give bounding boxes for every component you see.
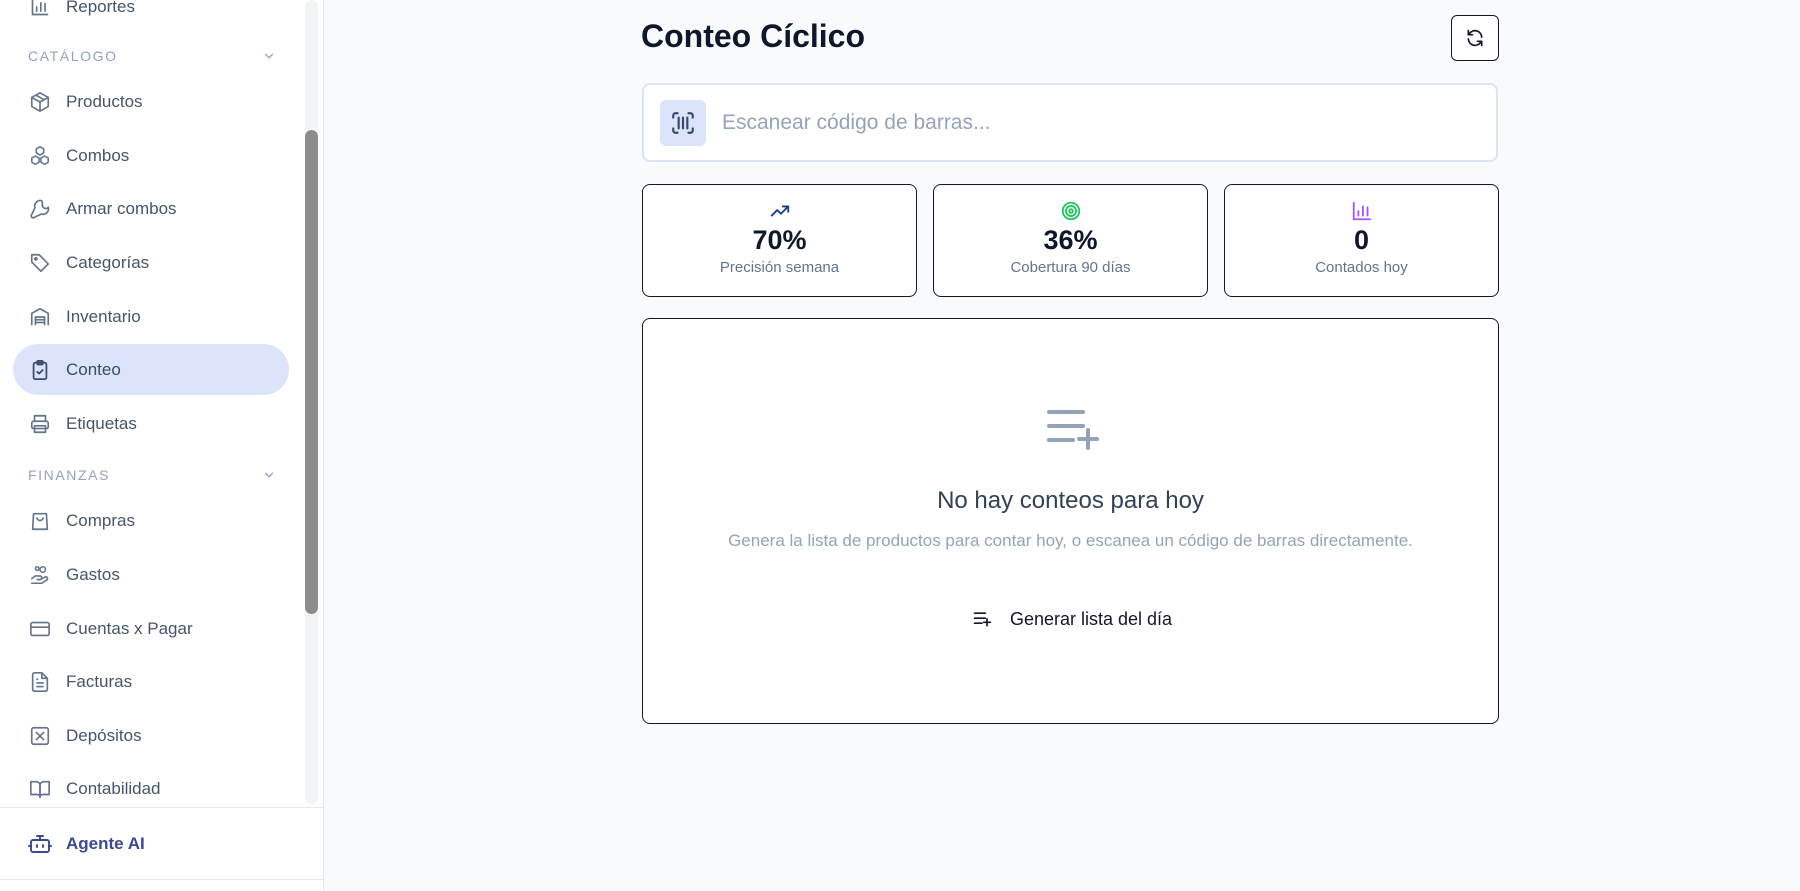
list-plus-icon <box>1045 406 1099 459</box>
file-text-icon <box>29 671 51 693</box>
section-title: FINANZAS <box>28 467 111 483</box>
section-title: CATÁLOGO <box>28 48 118 64</box>
bar-chart-icon <box>29 0 51 18</box>
tag-icon <box>29 252 51 274</box>
sidebar-nav: Reportes CATÁLOGO Productos Combos Armar <box>0 0 305 807</box>
section-header-catalogo[interactable]: CATÁLOGO <box>28 46 276 66</box>
sidebar-item-depositos[interactable]: Depósitos <box>13 710 289 761</box>
sidebar-item-label: Categorías <box>66 252 150 272</box>
credit-card-icon <box>29 618 51 640</box>
sidebar-item-label: Inventario <box>66 306 141 326</box>
sidebar-item-reportes[interactable]: Reportes <box>13 0 289 32</box>
stat-value: 70% <box>752 225 807 255</box>
empty-state-title: No hay conteos para hoy <box>937 487 1204 514</box>
stat-card-cobertura: 36% Cobertura 90 días <box>933 184 1208 297</box>
sidebar-item-label: Reportes <box>66 0 135 16</box>
empty-state-description: Genera la lista de productos para contar… <box>728 531 1413 550</box>
sidebar-item-label: Contabilidad <box>66 778 161 798</box>
sidebar-item-combos[interactable]: Combos <box>13 130 289 181</box>
generate-list-button[interactable]: Generar lista del día <box>963 599 1181 639</box>
refresh-button[interactable] <box>1451 15 1499 61</box>
sidebar-item-compras[interactable]: Compras <box>13 495 289 546</box>
clipboard-check-icon <box>29 359 51 381</box>
sidebar-item-cuentas-x-pagar[interactable]: Cuentas x Pagar <box>13 603 289 654</box>
sidebar-item-armar-combos[interactable]: Armar combos <box>13 183 289 234</box>
stat-label: Cobertura 90 días <box>1010 259 1131 276</box>
sidebar-item-categorias[interactable]: Categorías <box>13 237 289 288</box>
sidebar-item-label: Depósitos <box>66 725 142 745</box>
refresh-icon <box>1465 28 1485 48</box>
sidebar-item-label: Compras <box>66 510 135 530</box>
sidebar-item-facturas[interactable]: Facturas <box>13 656 289 707</box>
sidebar-item-contabilidad[interactable]: Contabilidad <box>13 763 289 807</box>
sidebar-item-productos[interactable]: Productos <box>13 76 289 127</box>
sidebar-item-label: Armar combos <box>66 198 177 218</box>
chevron-down-icon <box>262 49 276 63</box>
sidebar-item-etiquetas[interactable]: Etiquetas <box>13 398 289 449</box>
shopping-bag-icon <box>29 510 51 532</box>
target-icon <box>1060 200 1082 222</box>
stat-value: 36% <box>1043 225 1098 255</box>
sidebar-item-label: Gastos <box>66 564 120 584</box>
sidebar-item-label: Combos <box>66 145 130 165</box>
boxes-icon <box>29 145 51 167</box>
warehouse-icon <box>29 306 51 328</box>
trending-up-icon <box>769 200 791 222</box>
sidebar-item-gastos[interactable]: Gastos <box>13 549 289 600</box>
scan-barcode-icon[interactable] <box>660 99 706 146</box>
wrench-icon <box>29 198 51 220</box>
sidebar-item-inventario[interactable]: Inventario <box>13 291 289 342</box>
sidebar-item-label: Etiquetas <box>66 413 137 433</box>
bot-icon <box>28 832 52 856</box>
section-header-finanzas[interactable]: FINANZAS <box>28 465 276 485</box>
hand-coins-icon <box>29 564 51 586</box>
stat-value: 0 <box>1353 225 1370 255</box>
list-plus-icon <box>972 609 992 629</box>
square-x-icon <box>29 725 51 747</box>
sidebar-item-label: Facturas <box>66 671 133 691</box>
stat-label: Contados hoy <box>1315 259 1408 276</box>
agente-ai-label: Agente AI <box>66 833 145 853</box>
sidebar: Reportes CATÁLOGO Productos Combos Armar <box>0 0 324 891</box>
empty-state-card: No hay conteos para hoy Genera la lista … <box>642 318 1499 724</box>
chevron-down-icon <box>262 468 276 482</box>
sidebar-scrollbar-thumb[interactable] <box>305 130 318 614</box>
sidebar-item-conteo[interactable]: Conteo <box>13 344 289 395</box>
sidebar-item-label: Productos <box>66 91 143 111</box>
barcode-search-input[interactable] <box>722 110 1482 135</box>
stat-card-precision: 70% Precisión semana <box>642 184 917 297</box>
page-title: Conteo Cíclico <box>641 18 866 54</box>
generate-list-label: Generar lista del día <box>1009 608 1173 629</box>
bar-chart-icon <box>1351 200 1373 222</box>
package-icon <box>29 91 51 113</box>
barcode-scan-box <box>642 83 1498 162</box>
sidebar-item-label: Conteo <box>66 359 121 379</box>
printer-icon <box>29 413 51 435</box>
sidebar-item-label: Cuentas x Pagar <box>66 618 193 638</box>
stat-card-contados: 0 Contados hoy <box>1224 184 1499 297</box>
agente-ai-button[interactable]: Agente AI <box>0 807 323 880</box>
book-open-icon <box>29 778 51 800</box>
stat-label: Precisión semana <box>719 259 840 276</box>
